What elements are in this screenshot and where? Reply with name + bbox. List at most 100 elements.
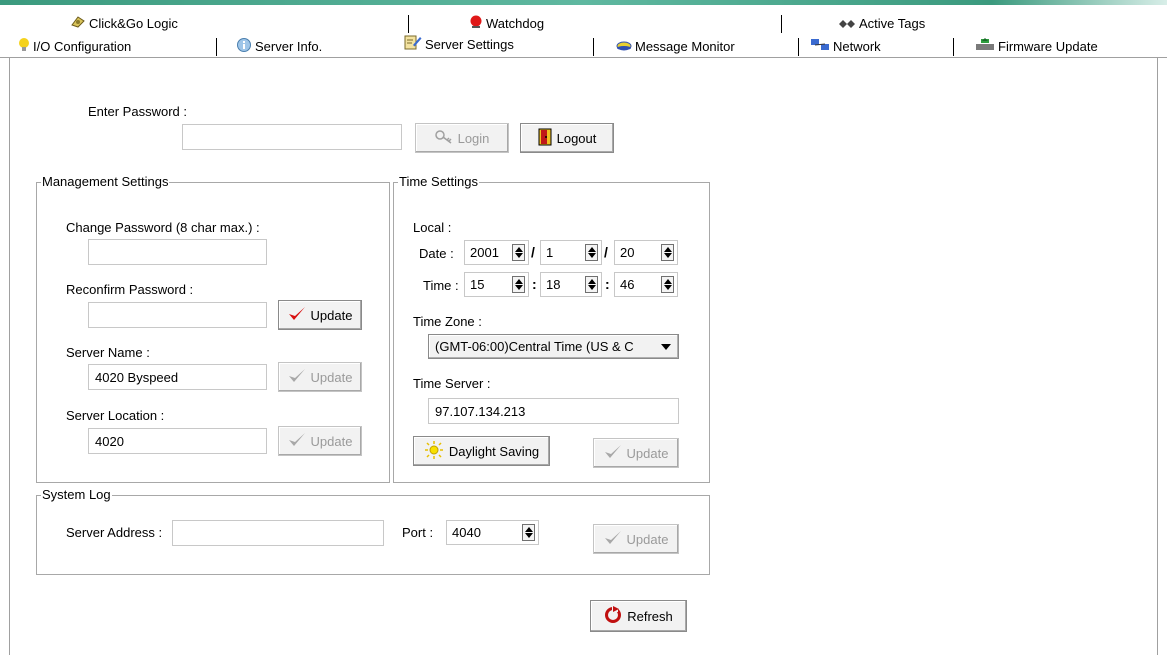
logic-icon: [70, 14, 86, 36]
logout-label: Logout: [556, 130, 597, 146]
tab-firmware-update[interactable]: Firmware Update: [975, 36, 1098, 58]
port-label: Port :: [402, 525, 434, 540]
server-name-label: Server Name :: [66, 345, 150, 360]
time-separator: :: [532, 276, 537, 292]
tab-divider: [593, 38, 594, 56]
daylight-saving-label: Daylight Saving: [448, 443, 540, 459]
update-label: Update: [626, 531, 669, 547]
login-button[interactable]: Login: [415, 123, 509, 153]
change-password-input[interactable]: [88, 239, 267, 265]
checkmark-icon: [604, 530, 622, 549]
tab-io-configuration[interactable]: I/O Configuration: [18, 36, 131, 58]
enter-password-label: Enter Password :: [88, 104, 187, 119]
door-exit-icon: [538, 128, 552, 149]
chevron-down-icon: [661, 344, 671, 350]
date-separator: /: [531, 244, 535, 260]
date-year-value: 2001: [470, 245, 499, 260]
sun-icon: [424, 440, 444, 462]
time-label: Time :: [423, 278, 459, 293]
tab-active-tags[interactable]: Active Tags: [838, 13, 925, 35]
update-server-location-button[interactable]: Update: [278, 426, 362, 456]
tab-label: Message Monitor: [635, 39, 735, 54]
update-label: Update: [310, 433, 353, 449]
lightbulb-icon: [18, 37, 30, 59]
spinner-arrows-icon[interactable]: [512, 276, 525, 293]
update-password-button[interactable]: Update: [278, 300, 362, 330]
daylight-saving-button[interactable]: Daylight Saving: [413, 436, 550, 466]
date-month-spinner[interactable]: 1: [540, 240, 602, 265]
update-syslog-button[interactable]: Update: [593, 524, 679, 554]
time-separator: :: [605, 276, 610, 292]
spinner-arrows-icon[interactable]: [661, 276, 674, 293]
spinner-arrows-icon[interactable]: [522, 524, 535, 541]
time-minute-value: 18: [546, 277, 561, 292]
logout-button[interactable]: Logout: [520, 123, 614, 153]
checkmark-icon: [288, 432, 306, 451]
tab-row-1: Click&Go Logic Watchdog Active Tags: [0, 13, 1167, 35]
tab-divider: [781, 15, 782, 33]
time-second-value: 46: [620, 277, 635, 292]
refresh-button[interactable]: Refresh: [590, 600, 687, 632]
time-zone-label: Time Zone :: [413, 314, 482, 329]
message-icon: [616, 37, 632, 59]
settings-pencil-icon: [404, 34, 422, 57]
tab-label: Server Settings: [425, 37, 514, 52]
port-value: 4040: [452, 525, 481, 540]
date-month-value: 1: [546, 245, 554, 260]
watchdog-icon: [469, 14, 483, 36]
checkmark-icon: [604, 444, 622, 463]
info-icon: [236, 37, 252, 59]
update-time-button[interactable]: Update: [593, 438, 679, 468]
date-day-value: 20: [620, 245, 635, 260]
time-minute-spinner[interactable]: 18: [540, 272, 602, 297]
server-location-label: Server Location :: [66, 408, 165, 423]
tab-label: Active Tags: [859, 16, 926, 31]
spinner-arrows-icon[interactable]: [512, 244, 525, 261]
server-settings-panel: Enter Password : Login Logout Management…: [9, 58, 1158, 655]
update-server-name-button[interactable]: Update: [278, 362, 362, 392]
time-second-spinner[interactable]: 46: [614, 272, 678, 297]
time-server-input[interactable]: [428, 398, 679, 424]
checkmark-icon: [288, 368, 306, 387]
time-zone-select[interactable]: (GMT-06:00)Central Time (US & C: [428, 334, 679, 359]
server-address-input[interactable]: [172, 520, 384, 546]
tab-divider: [216, 38, 217, 56]
change-password-label: Change Password (8 char max.) :: [66, 220, 260, 235]
date-day-spinner[interactable]: 20: [614, 240, 678, 265]
spinner-arrows-icon[interactable]: [585, 244, 598, 261]
tab-row-2: I/O Configuration Server Info. Server Se…: [0, 34, 1167, 58]
time-server-label: Time Server :: [413, 376, 491, 391]
tab-label: Watchdog: [486, 16, 545, 31]
spinner-arrows-icon[interactable]: [661, 244, 674, 261]
refresh-icon: [604, 605, 622, 627]
tab-click-go-logic[interactable]: Click&Go Logic: [70, 13, 178, 35]
tab-network[interactable]: Network: [810, 36, 881, 58]
active-tags-icon: [838, 14, 856, 36]
system-log-title: System Log: [41, 487, 112, 502]
date-separator: /: [604, 244, 608, 260]
checkmark-icon: [288, 306, 306, 325]
password-input[interactable]: [182, 124, 402, 150]
date-year-spinner[interactable]: 2001: [464, 240, 529, 265]
server-location-input[interactable]: [88, 428, 267, 454]
tab-message-monitor[interactable]: Message Monitor: [616, 36, 735, 58]
management-settings-title: Management Settings: [41, 174, 170, 189]
time-hour-value: 15: [470, 277, 485, 292]
tab-server-settings[interactable]: Server Settings: [404, 34, 514, 56]
time-hour-spinner[interactable]: 15: [464, 272, 529, 297]
time-zone-value: (GMT-06:00)Central Time (US & C: [435, 339, 634, 354]
key-icon: [434, 129, 453, 147]
tab-label: Firmware Update: [998, 39, 1098, 54]
server-name-input[interactable]: [88, 364, 267, 390]
tab-label: Click&Go Logic: [89, 16, 178, 31]
update-label: Update: [310, 369, 353, 385]
port-spinner[interactable]: 4040: [446, 520, 539, 545]
reconfirm-password-input[interactable]: [88, 302, 267, 328]
tab-server-info[interactable]: Server Info.: [236, 36, 322, 58]
spinner-arrows-icon[interactable]: [585, 276, 598, 293]
network-icon: [810, 37, 830, 59]
tab-divider: [408, 15, 409, 33]
tab-watchdog[interactable]: Watchdog: [469, 13, 544, 35]
refresh-label: Refresh: [627, 608, 673, 624]
window-top-accent: [0, 0, 1167, 5]
